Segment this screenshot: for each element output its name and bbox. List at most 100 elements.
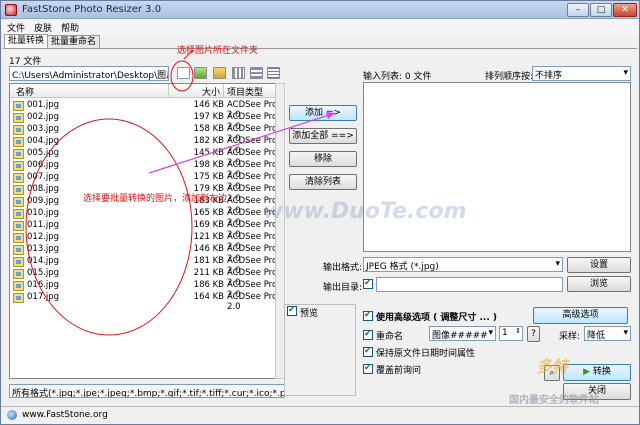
rename-start-value: 1 [502,328,508,338]
app-logo-icon [5,4,17,16]
file-size: 121 KB [193,232,224,242]
table-row[interactable]: 016.jpg 186 KB ACDSee Pro 2.0 [10,280,284,300]
browse-button[interactable]: 浏览 [567,276,631,292]
table-row[interactable]: 017.jpg 164 KB ACDSee Pro 2.0 [10,292,284,312]
table-row[interactable]: 002.jpg 197 KB ACDSee Pro 2.0 [10,112,284,132]
jpg-file-icon [13,185,24,195]
view-list-icon[interactable] [250,67,263,79]
table-row[interactable]: 005.jpg 145 KB ACDSee Pro 2.0 [10,148,284,168]
overwrite-prompt-label: 覆盖前询问 [376,366,422,376]
output-format-value: JPEG 格式 (*.jpg) [366,262,439,272]
jpg-file-icon [13,221,24,231]
header-size[interactable]: 大小 [202,85,220,98]
view-thumbnails-icon[interactable] [232,67,245,79]
rename-pattern-value: 图像##### [432,331,488,341]
folder-path-field[interactable]: C:\Users\Administrator\Desktop\图片\ [9,66,169,81]
file-size: 211 KB [193,268,224,278]
file-name: 004.jpg [27,136,60,146]
view-details-icon[interactable] [267,67,280,79]
window-title: FastStone Photo Resizer 3.0 [22,4,162,15]
file-name: 017.jpg [27,292,60,302]
sample-select[interactable]: 降低 ▾ [584,326,631,341]
header-divider [168,84,169,98]
header-type[interactable]: 项目类型 [227,85,263,98]
input-file-list[interactable] [363,82,631,252]
table-row[interactable]: 014.jpg 181 KB ACDSee Pro 2.0 [10,256,284,276]
chevron-down-icon: ▾ [488,328,493,338]
header-name[interactable]: 名称 [16,85,34,98]
table-row[interactable]: 011.jpg 169 KB ACDSee Pro 2.0 [10,220,284,240]
output-format-label: 输出格式: [323,263,363,273]
tab-divider [3,48,637,49]
tab-batch-rename[interactable]: 批量重命名 [47,35,101,48]
output-dir-field[interactable] [376,277,563,292]
maximize-button[interactable]: □ [590,3,612,17]
file-format-filter[interactable]: 所有格式(*.jpg;*.jpe;*.jpeg;*.bmp;*.gif;*.ti… [9,384,285,398]
file-name: 001.jpg [27,100,60,110]
file-name: 005.jpg [27,148,60,158]
jpg-file-icon [13,101,24,111]
rename-pattern-select[interactable]: 图像##### ▾ [429,326,496,341]
table-row[interactable]: 004.jpg 182 KB ACDSee Pro 2.0 [10,136,284,156]
clear-list-button[interactable]: 清除列表 [289,174,357,190]
output-format-select[interactable]: JPEG 格式 (*.jpg) ▾ [363,257,563,272]
status-bar: www.FastStone.org [1,406,639,424]
table-row[interactable]: 015.jpg 211 KB ACDSee Pro 2.0 [10,268,284,288]
file-name: 003.jpg [27,124,60,134]
file-size: 158 KB [193,124,224,134]
file-name: 016.jpg [27,280,60,290]
output-dir-checkbox[interactable] [363,278,373,289]
file-size: 164 KB [193,292,224,302]
close-window-button[interactable]: ✕ [613,3,637,17]
file-name: 008.jpg [27,184,60,194]
table-row[interactable]: 010.jpg 165 KB ACDSee Pro 2.0 [10,208,284,228]
preview-checkbox[interactable] [287,305,297,316]
table-row[interactable]: 007.jpg 175 KB ACDSee Pro 2.0 [10,172,284,192]
browse-folder-icon[interactable] [213,67,226,79]
tab-batch-convert[interactable]: 批量转换 [4,34,49,48]
table-row[interactable]: 006.jpg 198 KB ACDSee Pro 2.0 [10,160,284,180]
table-row[interactable]: 003.jpg 158 KB ACDSee Pro 2.0 [10,124,284,144]
help-button[interactable]: ? [527,326,540,342]
folder-up-icon[interactable] [194,67,207,79]
file-list-header: 名称 大小 项目类型 [10,84,284,98]
jpg-file-icon [13,149,24,159]
sort-label: 排列顺序按: [485,72,534,82]
rename-start-stepper[interactable]: 1 ⇕ [499,326,523,341]
menu-skin[interactable]: 皮肤 [34,21,52,34]
table-row[interactable]: 012.jpg 121 KB ACDSee Pro 2.0 [10,232,284,252]
format-settings-button[interactable]: 设置 [567,257,631,273]
output-dir-label: 输出目录: [323,283,363,293]
advanced-options-checkbox[interactable] [363,310,373,321]
sort-order-select[interactable]: 不排序 ▾ [532,66,631,81]
file-size: 181 KB [193,256,224,266]
add-button[interactable]: 添加 => [289,105,357,121]
jpg-file-icon [13,281,24,291]
menu-file[interactable]: 文件 [7,21,25,34]
jpg-file-icon [13,293,24,303]
convert-label: 转换 [592,367,611,377]
minimize-button[interactable]: – [567,3,589,17]
file-name: 007.jpg [27,172,60,182]
remove-button[interactable]: 移除 [289,151,357,167]
convert-button[interactable]: ▶ 转换 [563,364,631,381]
path-dropdown-icon[interactable] [177,67,190,79]
sample-value: 降低 [587,331,606,341]
overwrite-prompt-checkbox[interactable] [363,363,373,374]
jpg-file-icon [13,257,24,267]
file-size: 169 KB [193,220,224,230]
rename-checkbox[interactable] [363,329,373,340]
file-size: 146 KB [193,244,224,254]
jpg-file-icon [13,173,24,183]
files-annotation-text: 选择要批量转换的图片，添加到右边 [83,194,228,204]
table-row[interactable]: 013.jpg 146 KB ACDSee Pro 2.0 [10,244,284,264]
website-link[interactable]: www.FastStone.org [22,410,108,420]
table-row[interactable]: 001.jpg 146 KB ACDSee Pro 2.0 [10,100,284,120]
file-size: 197 KB [193,112,224,122]
advanced-options-button[interactable]: 高级选项 [533,307,628,324]
keep-date-checkbox[interactable] [363,346,373,357]
file-list[interactable]: 名称 大小 项目类型 001.jpg 146 KB ACDSee Pro 2.0 00… [9,83,285,379]
add-all-button[interactable]: 添加全部 ==> [289,128,357,144]
menu-help[interactable]: 帮助 [61,21,79,34]
play-icon: ▶ [583,367,591,377]
